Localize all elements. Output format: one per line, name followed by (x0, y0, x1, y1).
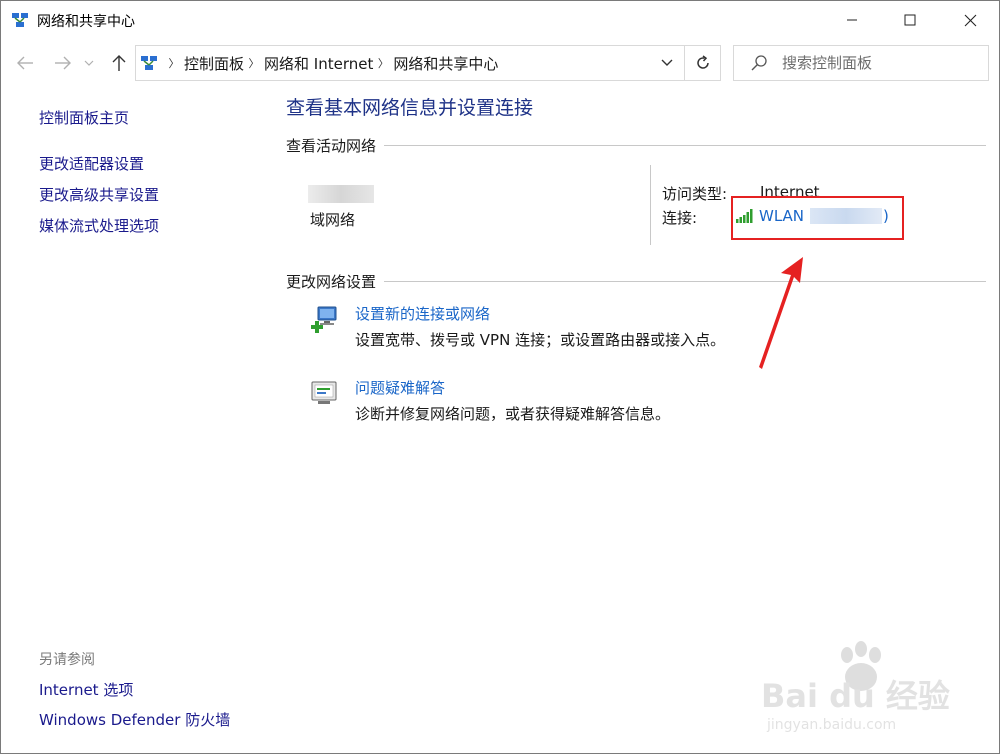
see-also-label: 另请参阅 (39, 652, 95, 668)
minimize-icon (847, 19, 857, 21)
breadcrumb-item-network-internet[interactable]: 网络和 Internet (264, 53, 373, 74)
internet-options-link[interactable]: Internet 选项 (39, 679, 133, 700)
chevron-down-icon (84, 60, 94, 66)
up-button[interactable] (105, 49, 133, 77)
breadcrumb-item-network-sharing-center[interactable]: 网络和共享中心 (393, 53, 498, 74)
breadcrumb-separator-icon[interactable]: 〉 (164, 55, 184, 71)
maximize-icon (904, 14, 916, 26)
navigation-bar: 〉 控制面板 〉 网络和 Internet 〉 网络和共享中心 (1, 41, 999, 85)
vertical-divider (650, 165, 651, 245)
baidu-watermark: Bai du 经验 jingyan.baidu.com (761, 641, 991, 741)
recent-locations-button[interactable] (81, 49, 97, 77)
section-divider (384, 281, 986, 282)
window: 网络和共享中心 〉 控制面板 〉 网络和 Internet 〉 网络和共享中心 … (0, 0, 1000, 754)
annotation-arrow-icon (759, 257, 803, 369)
arrow-left-icon (17, 56, 33, 70)
media-streaming-options-link[interactable]: 媒体流式处理选项 (39, 215, 159, 236)
control-panel-icon (141, 56, 157, 70)
task-troubleshoot: 问题疑难解答 诊断并修复网络问题，或者获得疑难解答信息。 (310, 377, 990, 427)
connection-label: 连接: (662, 209, 698, 227)
section-divider (384, 145, 986, 146)
change-network-settings-heading-text: 更改网络设置 (286, 273, 377, 291)
change-network-settings-heading: 更改网络设置 (286, 271, 986, 292)
troubleshoot-link[interactable]: 问题疑难解答 (355, 377, 445, 398)
network-name-redacted (308, 185, 374, 203)
breadcrumb-item-control-panel[interactable]: 控制面板 (184, 53, 244, 74)
refresh-icon (696, 55, 709, 69)
task-setup-new-connection: 设置新的连接或网络 设置宽带、拨号或 VPN 连接；或设置路由器或接入点。 (310, 303, 990, 353)
watermark-url: jingyan.baidu.com (767, 717, 897, 733)
troubleshoot-description: 诊断并修复网络问题，或者获得疑难解答信息。 (355, 405, 671, 423)
breadcrumb-separator-icon[interactable]: 〉 (244, 55, 264, 71)
minimize-button[interactable] (829, 1, 875, 39)
page-title: 查看基本网络信息并设置连接 (286, 97, 534, 119)
address-bar[interactable]: 〉 控制面板 〉 网络和 Internet 〉 网络和共享中心 (135, 45, 685, 81)
troubleshoot-icon (311, 381, 337, 404)
new-connection-icon (311, 306, 337, 333)
close-icon (964, 14, 976, 26)
search-input[interactable] (782, 54, 982, 72)
setup-new-connection-description: 设置宽带、拨号或 VPN 连接；或设置路由器或接入点。 (355, 331, 726, 349)
breadcrumb-separator-icon[interactable]: 〉 (373, 55, 393, 71)
control-panel-home-link[interactable]: 控制面板主页 (39, 107, 129, 128)
close-button[interactable] (947, 1, 993, 39)
annotation-highlight-box (731, 196, 904, 240)
network-category: 域网络 (310, 211, 356, 229)
maximize-button[interactable] (887, 1, 933, 39)
windows-defender-firewall-link[interactable]: Windows Defender 防火墙 (39, 709, 230, 730)
address-dropdown-button[interactable] (652, 46, 682, 80)
change-adapter-settings-link[interactable]: 更改适配器设置 (39, 153, 144, 174)
setup-new-connection-link[interactable]: 设置新的连接或网络 (355, 303, 490, 324)
active-networks-heading-text: 查看活动网络 (286, 137, 377, 155)
refresh-button[interactable] (685, 45, 721, 81)
watermark-brand: Bai du 经验 (761, 677, 950, 715)
breadcrumb: 〉 控制面板 〉 网络和 Internet 〉 网络和共享中心 (164, 46, 499, 80)
change-advanced-sharing-link[interactable]: 更改高级共享设置 (39, 184, 159, 205)
forward-button[interactable] (49, 49, 77, 77)
search-box[interactable] (733, 45, 989, 81)
chevron-down-icon (661, 59, 673, 66)
arrow-right-icon (55, 56, 71, 70)
back-button[interactable] (11, 49, 39, 77)
window-title: 网络和共享中心 (37, 14, 135, 30)
search-icon (751, 55, 767, 71)
access-type-label: 访问类型: (662, 185, 728, 203)
network-center-icon (12, 13, 28, 27)
arrow-up-icon (112, 55, 126, 71)
active-networks-heading: 查看活动网络 (286, 135, 986, 156)
title-bar: 网络和共享中心 (1, 1, 999, 39)
